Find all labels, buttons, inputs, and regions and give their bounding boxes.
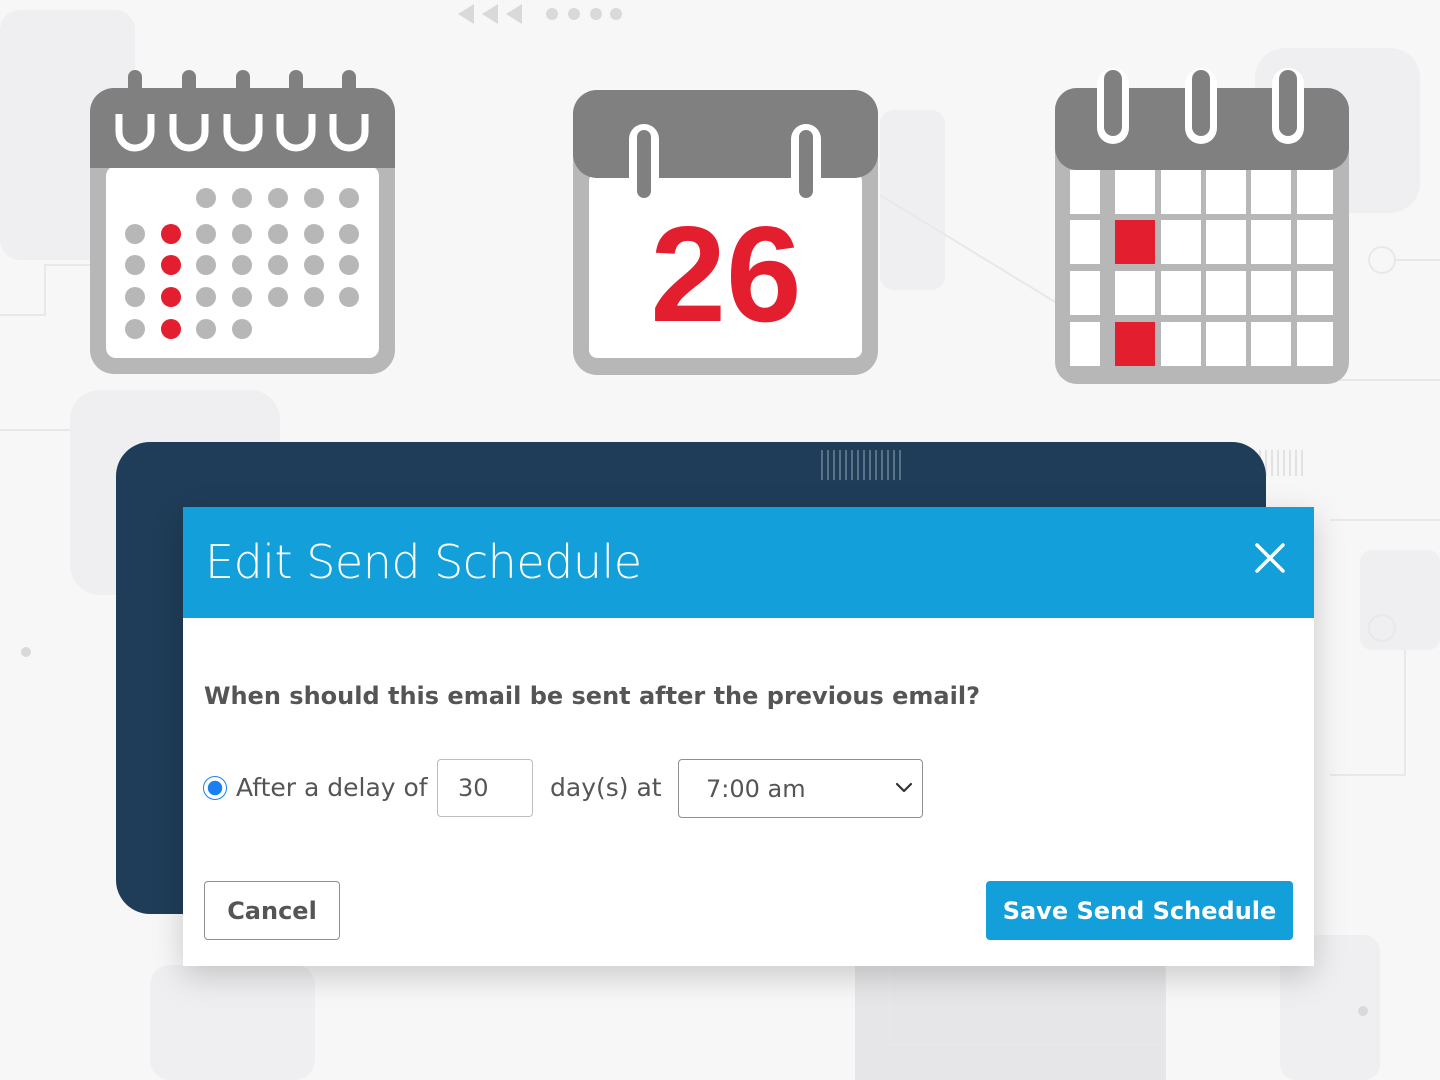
- cancel-button[interactable]: Cancel: [204, 881, 340, 940]
- time-selected-value: 7:00 am: [706, 775, 806, 803]
- calendar-date-number: 26: [650, 198, 801, 350]
- time-select[interactable]: 7:00 am: [678, 759, 923, 818]
- barcode-decoration: [821, 450, 901, 480]
- close-button[interactable]: [1249, 537, 1291, 579]
- days-at-label: day(s) at: [550, 773, 662, 802]
- dialog-header: Edit Send Schedule: [183, 507, 1314, 618]
- calendar-grid-icon: [1055, 68, 1349, 384]
- close-icon: [1255, 543, 1285, 573]
- save-send-schedule-button[interactable]: Save Send Schedule: [986, 881, 1293, 940]
- edit-send-schedule-dialog: Edit Send Schedule When should this emai…: [183, 507, 1314, 966]
- chevron-down-icon: [895, 782, 913, 793]
- dialog-title: Edit Send Schedule: [205, 535, 642, 589]
- delay-days-input[interactable]: [437, 759, 533, 817]
- schedule-question: When should this email be sent after the…: [204, 682, 980, 710]
- delay-label[interactable]: After a delay of: [236, 771, 428, 805]
- calendar-dots-icon: [90, 70, 395, 374]
- delay-radio[interactable]: [203, 776, 227, 800]
- calendar-date-icon: 26: [573, 90, 878, 375]
